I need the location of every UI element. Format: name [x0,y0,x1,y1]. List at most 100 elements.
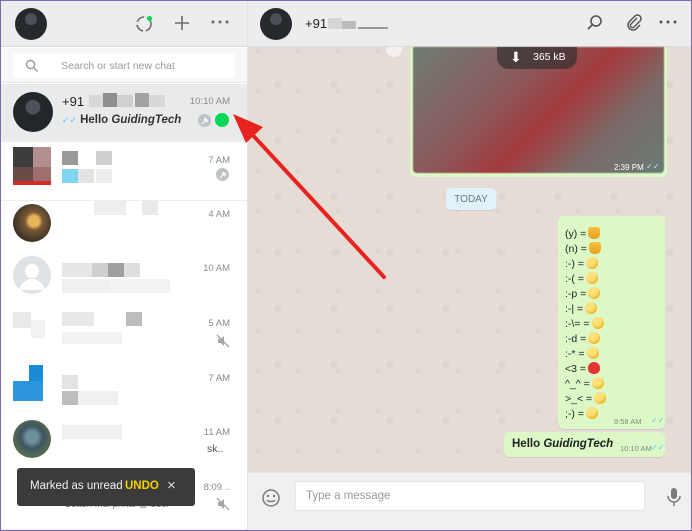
toast-message: Marked as unread [30,480,123,492]
emoji-message-bubble[interactable]: (y) = (n) = :-) = :-( = :-p = :-| = :-\=… [558,216,665,429]
emoji-line: (n) = [565,242,601,255]
thumbs-down-icon [588,242,601,254]
default-avatar-icon [13,256,51,294]
new-chat-plus-icon[interactable] [171,12,193,34]
confused-emoji-icon [591,317,604,329]
emoji-line: :-\= = [565,317,604,330]
smile-emoji-icon [585,257,598,269]
search-bar [1,48,247,83]
search-input[interactable] [61,58,231,74]
muted-speaker-icon [216,334,230,348]
chat-preview: sk.. [207,443,224,455]
wink-emoji-icon [585,407,598,419]
chat-name: +91 [62,94,85,109]
grin-emoji-icon [588,332,601,344]
sad-emoji-icon [585,272,598,284]
kiss-emoji-icon [586,347,599,359]
paperclip-attach-icon[interactable] [623,12,645,34]
more-options-icon[interactable] [657,11,679,33]
redacted-avatar [13,181,51,185]
message-input[interactable] [295,481,645,511]
chat-row[interactable]: 11 AM sk.. [1,415,247,473]
emoji-line: :-| = [565,302,598,315]
redacted-block [62,279,110,293]
emoji-line: ^_^ = [565,377,604,390]
redacted-block [62,263,92,277]
chat-time: 4 AM [208,209,230,220]
redacted-block [62,169,78,183]
compose-bar [248,472,691,530]
chat-time: 7 AM [208,373,230,384]
redacted-avatar [31,320,45,338]
redacted-avatar [13,312,31,328]
contact-avatar[interactable] [260,8,292,40]
redacted-block [103,93,117,107]
redacted-block [62,425,122,439]
redacted-block [78,169,94,183]
forward-icon[interactable] [386,47,402,57]
redacted-block [92,263,108,277]
search-icon [25,59,38,72]
unread-badge [215,113,229,127]
redacted-block [78,391,118,405]
my-avatar[interactable] [15,8,47,40]
redacted-avatar [33,147,51,167]
message-text: Hello GuidingTech [512,438,614,450]
message-time: 10:10 AM [620,444,652,453]
chat-row[interactable]: +91 10:10 AM ✓✓ Hello GuidingTech [1,84,247,142]
redacted-block [328,18,342,29]
redacted-block [358,27,388,29]
emoji-line: ;-) = [565,407,598,420]
conversation-pane: +91 ⬇ 365 kB 2:39 PM ✓✓ TODAY (y) = (n) … [248,1,691,530]
snackbar-toast: Marked as unread UNDO × [17,468,195,506]
redacted-block [124,263,140,277]
contact-avatar [13,204,51,242]
chat-row[interactable]: 10 AM [1,255,247,313]
redacted-avatar [33,167,51,181]
chat-time: 10 AM [203,263,230,274]
conversation-header[interactable]: +91 [248,1,691,47]
chat-time: 11 AM [203,427,230,438]
chat-row[interactable]: 7 AM [1,143,247,201]
emoji-line: :-p = [565,287,601,300]
status-icon[interactable] [133,13,155,35]
undo-button[interactable]: UNDO [125,480,159,492]
search-icon[interactable] [584,12,606,34]
neutral-emoji-icon [585,302,598,314]
redacted-avatar [13,381,43,401]
chat-list-pane: +91 10:10 AM ✓✓Hello GuidingTech [1,1,248,530]
left-header [1,1,247,47]
read-ticks-icon: ✓✓ [646,162,660,171]
message-time: 2:39 PM [614,163,644,172]
redacted-block [62,375,78,389]
file-size: 365 kB [533,51,566,63]
redacted-block [342,21,356,29]
search-box[interactable] [13,54,235,78]
contact-avatar [13,92,53,132]
chat-time: 7 AM [208,155,230,166]
redacted-avatar [13,167,33,181]
date-separator: TODAY [446,188,496,210]
emoji-line: :-( = [565,272,598,285]
redacted-block [94,201,126,215]
redacted-block [110,279,170,293]
microphone-icon[interactable] [666,487,682,507]
chat-time: 5 AM [208,318,230,329]
redacted-block [149,95,165,107]
more-options-icon[interactable] [209,11,231,33]
chat-row[interactable]: 4 AM [1,201,247,259]
chat-row[interactable]: 5 AM [1,308,247,366]
contact-name: +91 [305,16,328,31]
redacted-block [62,151,78,165]
emoji-picker-icon[interactable] [261,488,281,508]
emoji-line: :-d = [565,332,601,345]
pin-icon [198,114,211,127]
redacted-block [108,263,124,277]
read-ticks-icon: ✓✓ [62,115,78,125]
close-icon[interactable]: × [167,477,176,494]
text-message-bubble[interactable]: Hello GuidingTech 10:10 AM ✓✓ [504,432,665,457]
whatsapp-window: +91 10:10 AM ✓✓ Hello GuidingTech [0,0,692,531]
emoji-line: (y) = [565,227,601,240]
download-button[interactable]: ⬇ 365 kB [497,47,577,69]
redacted-block [62,312,94,326]
